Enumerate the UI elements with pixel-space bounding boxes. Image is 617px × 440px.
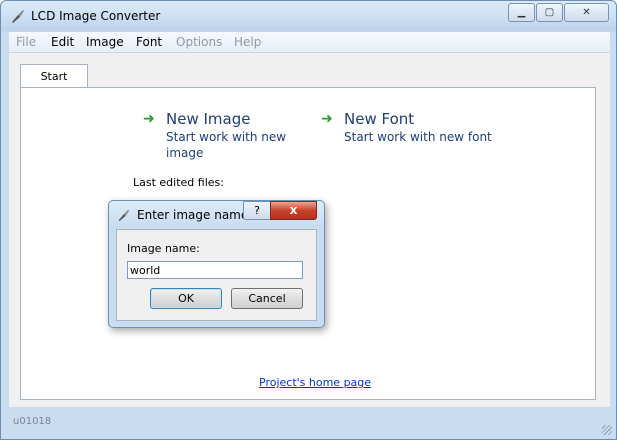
close-button[interactable]: ✕ <box>564 3 609 22</box>
app-brush-icon <box>12 10 24 23</box>
menu-image[interactable]: Image <box>86 35 124 49</box>
new-image-arrow-icon: ➜ <box>143 111 155 127</box>
cancel-button[interactable]: Cancel <box>231 288 303 309</box>
menu-options[interactable]: Options <box>176 35 222 49</box>
menu-bar: File Edit Image Font Options Help <box>9 32 610 53</box>
title-bar[interactable]: LCD Image Converter ▁ ▢ ✕ <box>1 1 616 32</box>
close-icon: ✕ <box>582 7 591 18</box>
new-image-link[interactable]: New Image <box>166 110 250 128</box>
minimize-button[interactable]: ▁ <box>508 3 535 22</box>
menu-file[interactable]: File <box>16 35 36 49</box>
dialog-brush-icon <box>118 209 130 222</box>
minimize-icon: ▁ <box>517 7 526 18</box>
status-text: u01018 <box>13 416 52 427</box>
image-name-input[interactable] <box>127 261 303 279</box>
image-name-label: Image name: <box>127 242 200 255</box>
maximize-button[interactable]: ▢ <box>536 3 563 22</box>
close-icon: x <box>289 203 298 217</box>
home-page-link[interactable]: Project's home page <box>259 376 371 389</box>
menu-edit[interactable]: Edit <box>51 35 74 49</box>
new-font-link[interactable]: New Font <box>344 110 414 128</box>
new-image-desc-line2[interactable]: image <box>166 146 203 160</box>
menu-font[interactable]: Font <box>136 35 162 49</box>
new-font-desc[interactable]: Start work with new font <box>344 130 492 144</box>
window-title: LCD Image Converter <box>31 9 161 23</box>
dialog-close-button[interactable]: x <box>270 201 317 220</box>
enter-image-name-dialog: Enter image name ? x Image name: OK Canc… <box>108 200 325 328</box>
ok-button[interactable]: OK <box>150 288 222 309</box>
dialog-body: Image name: OK Cancel <box>116 229 317 321</box>
help-icon: ? <box>254 204 260 217</box>
last-edited-label: Last edited files: <box>133 176 224 189</box>
new-image-desc-line1[interactable]: Start work with new <box>166 130 286 144</box>
tab-start[interactable]: Start <box>20 64 88 89</box>
new-font-arrow-icon: ➜ <box>321 111 333 127</box>
help-button[interactable]: ? <box>243 201 271 220</box>
menu-help[interactable]: Help <box>234 35 261 49</box>
status-bar: u01018 <box>1 408 616 439</box>
dialog-title: Enter image name <box>137 208 249 222</box>
maximize-icon: ▢ <box>544 7 555 18</box>
resize-grip-icon[interactable] <box>602 425 612 435</box>
